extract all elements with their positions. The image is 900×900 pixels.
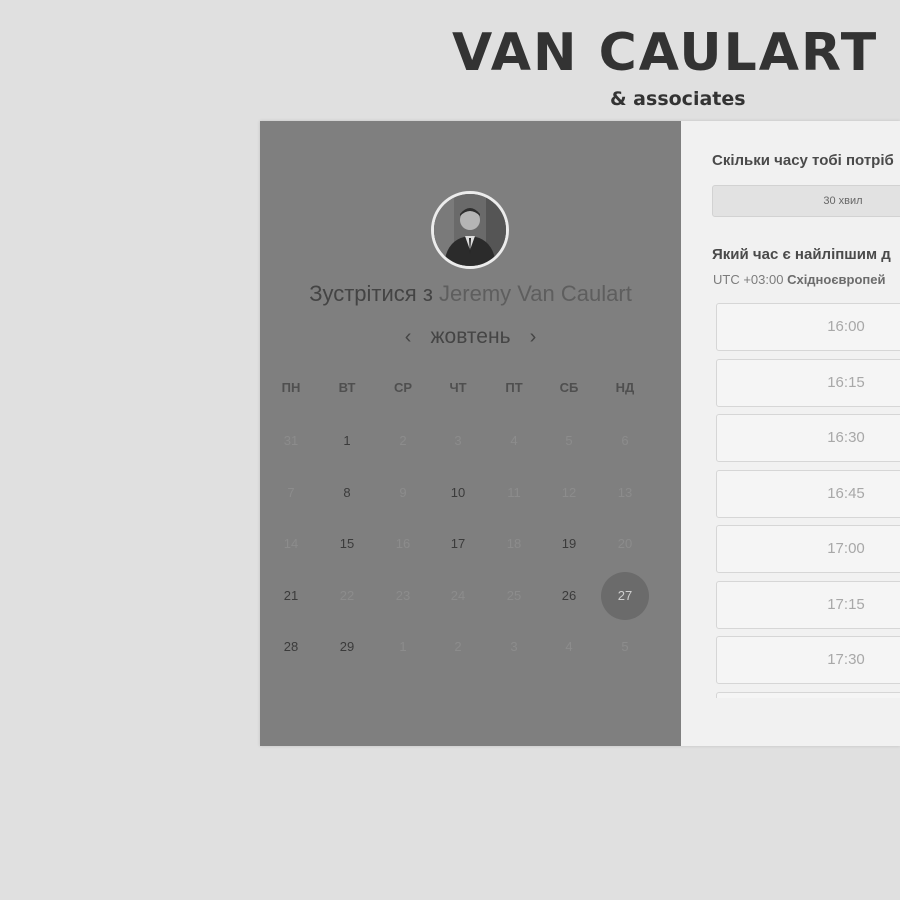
calendar-day: 25 bbox=[506, 588, 522, 603]
time-slot-button[interactable]: 17:15 bbox=[716, 580, 900, 629]
calendar-day: 1 bbox=[399, 639, 407, 654]
calendar-day: 3 bbox=[510, 639, 518, 654]
meeting-title: Зустрітися з Jeremy Van Caulart bbox=[260, 281, 681, 307]
meeting-title-prefix: Зустрітися з bbox=[309, 281, 433, 306]
host-avatar bbox=[431, 191, 509, 269]
calendar-day: 2 bbox=[399, 433, 407, 448]
weekday-label: СР bbox=[393, 380, 413, 395]
calendar-day: 5 bbox=[621, 639, 629, 654]
calendar-day[interactable]: 29 bbox=[323, 623, 371, 671]
weekday-label: ПТ bbox=[505, 380, 523, 395]
calendar-day: 14 bbox=[283, 536, 299, 551]
calendar-day: 9 bbox=[399, 485, 407, 500]
calendar-day: 24 bbox=[450, 588, 466, 603]
weekday-label: СБ bbox=[559, 380, 579, 395]
calendar-day: 4 bbox=[510, 433, 518, 448]
time-slot-button[interactable]: 16:30 bbox=[716, 414, 900, 462]
calendar-day: 7 bbox=[287, 485, 295, 500]
calendar-day[interactable]: 26 bbox=[545, 572, 593, 620]
duration-question: Скільки часу тобі потріб bbox=[712, 152, 894, 169]
time-slot-button[interactable]: 16:15 bbox=[716, 358, 900, 407]
calendar-day[interactable]: 15 bbox=[323, 520, 371, 568]
calendar-day: 16 bbox=[395, 536, 411, 551]
prev-month-button[interactable]: ‹ bbox=[396, 326, 420, 349]
calendar-day: 18 bbox=[506, 536, 522, 551]
calendar-day: 13 bbox=[617, 485, 633, 500]
next-month-button[interactable]: › bbox=[521, 326, 545, 349]
timezone-label: UTC +03:00 Східноєвропей bbox=[713, 272, 885, 287]
month-navigation: ‹ жовтень › bbox=[260, 325, 681, 355]
calendar-day: 20 bbox=[617, 536, 633, 551]
calendar-day: 31 bbox=[283, 433, 299, 448]
booking-panel: Скільки часу тобі потріб 30 хвил Який ча… bbox=[681, 121, 900, 746]
month-label: жовтень bbox=[430, 325, 511, 348]
weekday-label: ЧТ bbox=[449, 380, 467, 395]
calendar-day: 3 bbox=[454, 433, 462, 448]
calendar-day: 4 bbox=[565, 639, 573, 654]
brand-name: VAN CAULART bbox=[452, 23, 879, 83]
calendar-day: 12 bbox=[561, 485, 577, 500]
weekday-label: НД bbox=[615, 380, 635, 395]
calendar-day[interactable]: 1 bbox=[323, 417, 371, 465]
host-name: Jeremy Van Caulart bbox=[439, 281, 632, 306]
calendar-day[interactable]: 10 bbox=[434, 469, 482, 517]
time-slot-button[interactable] bbox=[716, 691, 900, 698]
calendar-day: 23 bbox=[395, 588, 411, 603]
calendar-day: 5 bbox=[565, 433, 573, 448]
calendar-day: 2 bbox=[454, 639, 462, 654]
time-slot-button[interactable]: 17:00 bbox=[716, 525, 900, 573]
timezone-name: Східноєвропей bbox=[787, 272, 886, 287]
weekday-label: ПН bbox=[281, 380, 301, 395]
time-slot-button[interactable]: 17:30 bbox=[716, 636, 900, 684]
duration-option-button[interactable]: 30 хвил bbox=[712, 185, 900, 217]
brand-logo: VAN CAULART & associates bbox=[452, 22, 900, 110]
calendar-day[interactable]: 8 bbox=[323, 469, 371, 517]
calendar-day[interactable]: 28 bbox=[267, 623, 315, 671]
time-slot-list: 16:00 16:15 16:30 16:45 17:00 17:15 17:30 bbox=[716, 303, 900, 698]
calendar-day-selected[interactable]: 27 bbox=[601, 572, 649, 620]
timezone-offset: UTC +03:00 bbox=[713, 272, 784, 287]
brand-subtitle: & associates bbox=[610, 88, 746, 110]
calendar-day: 6 bbox=[621, 433, 629, 448]
person-photo-icon bbox=[434, 194, 506, 266]
time-slot-button[interactable]: 16:45 bbox=[716, 469, 900, 518]
weekday-header: ПН ВТ СР ЧТ ПТ СБ НД bbox=[260, 380, 681, 400]
time-question: Який час є найліпшим д bbox=[712, 246, 891, 263]
calendar-day[interactable]: 17 bbox=[434, 520, 482, 568]
calendar-panel: Зустрітися з Jeremy Van Caulart ‹ жовтен… bbox=[260, 121, 681, 746]
calendar-day: 22 bbox=[339, 588, 355, 603]
calendar-day[interactable]: 21 bbox=[267, 572, 315, 620]
booking-card: Зустрітися з Jeremy Van Caulart ‹ жовтен… bbox=[260, 121, 900, 746]
weekday-label: ВТ bbox=[338, 380, 356, 395]
time-slot-button[interactable]: 16:00 bbox=[716, 303, 900, 351]
calendar-day: 11 bbox=[507, 485, 521, 500]
calendar-day[interactable]: 19 bbox=[545, 520, 593, 568]
